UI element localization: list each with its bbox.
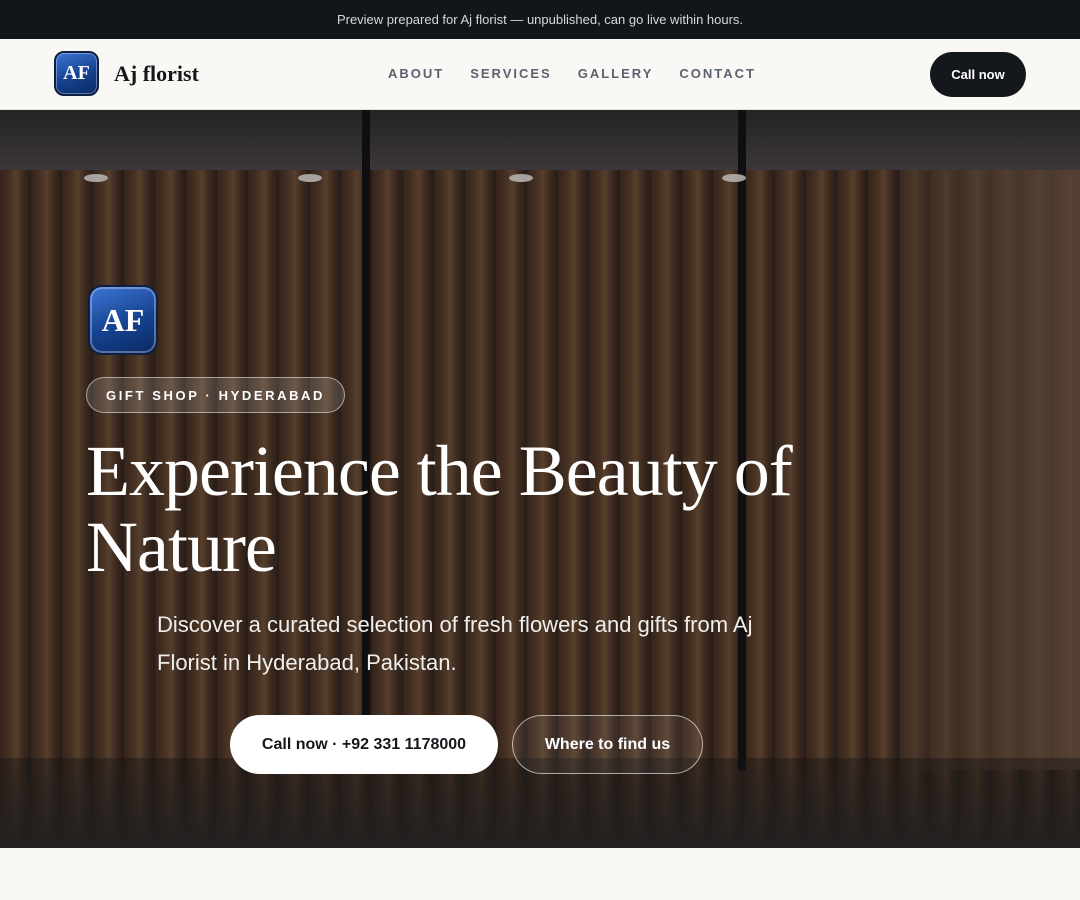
nav-gallery[interactable]: GALLERY xyxy=(578,66,654,81)
find-us-button[interactable]: Where to find us xyxy=(512,715,703,774)
category-badge: GIFT SHOP · HYDERABAD xyxy=(86,377,346,413)
brand[interactable]: AF Aj florist xyxy=(54,51,199,96)
nav-about[interactable]: ABOUT xyxy=(388,66,444,81)
nav-services[interactable]: SERVICES xyxy=(470,66,552,81)
hero-logo-text: AF xyxy=(101,301,145,338)
hero-headline: Experience the Beauty of Nature xyxy=(86,431,793,587)
logo-text: AF xyxy=(63,62,90,84)
hero-section: AF GIFT SHOP · HYDERABAD Experience the … xyxy=(0,110,1080,848)
hero-logo-icon: AF xyxy=(88,285,158,355)
hero-subtext: Discover a curated selection of fresh fl… xyxy=(157,612,753,675)
nav-contact[interactable]: CONTACT xyxy=(679,66,756,81)
preview-banner: Preview prepared for Aj florist — unpubl… xyxy=(0,0,1080,39)
brand-name: Aj florist xyxy=(114,60,199,86)
call-now-button[interactable]: Call now xyxy=(930,52,1026,97)
site-header: AF Aj florist ABOUT SERVICES GALLERY CON… xyxy=(0,39,1080,110)
main-nav: ABOUT SERVICES GALLERY CONTACT xyxy=(388,66,756,81)
call-phone-button[interactable]: Call now · +92 331 1178000 xyxy=(230,715,498,774)
logo-icon: AF xyxy=(54,51,99,96)
preview-banner-text: Preview prepared for Aj florist — unpubl… xyxy=(336,12,744,27)
